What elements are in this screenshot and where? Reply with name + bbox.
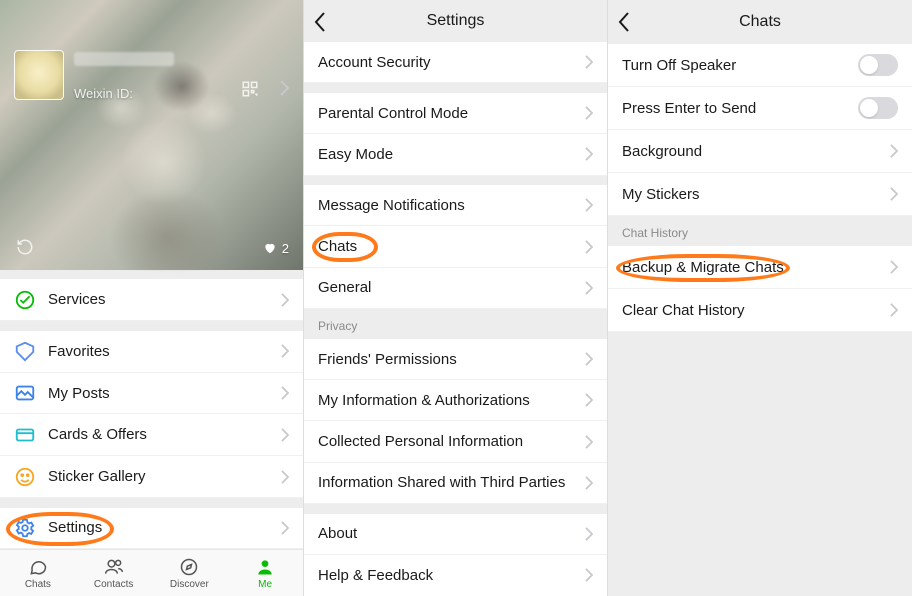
- privacy-section-label: Privacy: [304, 309, 607, 339]
- chevron-right-icon: [585, 55, 593, 69]
- settings-collected[interactable]: Collected Personal Information: [304, 421, 607, 462]
- profile-header: Weixin ID: 2: [0, 0, 303, 270]
- settings-chats[interactable]: Chats: [304, 226, 607, 267]
- chats-background[interactable]: Background: [608, 130, 912, 173]
- chevron-right-icon: [585, 476, 593, 490]
- chevron-right-icon[interactable]: [280, 80, 289, 99]
- back-button[interactable]: [314, 12, 325, 37]
- chevron-right-icon: [585, 568, 593, 582]
- chats-press-enter[interactable]: Press Enter to Send: [608, 87, 912, 130]
- refresh-icon[interactable]: [16, 238, 34, 256]
- chat-history-section-label: Chat History: [608, 216, 912, 246]
- chevron-right-icon: [585, 435, 593, 449]
- chevron-right-icon: [281, 428, 289, 442]
- chevron-right-icon: [585, 198, 593, 212]
- settings-screen: Settings Account Security Parental Contr…: [303, 0, 607, 596]
- menu-stickergallery[interactable]: Sticker Gallery: [0, 456, 303, 498]
- tab-discover[interactable]: Discover: [152, 550, 228, 596]
- menu-settings[interactable]: Settings: [0, 508, 303, 550]
- chevron-right-icon: [585, 352, 593, 366]
- me-screen: Weixin ID: 2 Services: [0, 0, 303, 596]
- settings-about[interactable]: About: [304, 514, 607, 555]
- tab-contacts[interactable]: Contacts: [76, 550, 152, 596]
- navbar: Settings: [304, 0, 607, 42]
- avatar[interactable]: [14, 50, 64, 100]
- chevron-right-icon: [890, 144, 898, 158]
- chats-turn-off-speaker[interactable]: Turn Off Speaker: [608, 44, 912, 87]
- chevron-right-icon: [585, 393, 593, 407]
- tabbar: Chats Contacts Discover Me: [0, 549, 303, 596]
- qr-code-icon[interactable]: [241, 80, 259, 98]
- chevron-right-icon: [585, 527, 593, 541]
- tab-chats[interactable]: Chats: [0, 550, 76, 596]
- favorites-icon: [14, 340, 36, 362]
- tab-me[interactable]: Me: [227, 550, 303, 596]
- chevron-right-icon: [281, 293, 289, 307]
- chevron-right-icon: [281, 386, 289, 400]
- settings-account-security[interactable]: Account Security: [304, 42, 607, 83]
- settings-myinfo-auth[interactable]: My Information & Authorizations: [304, 380, 607, 421]
- gear-icon: [14, 517, 36, 539]
- page-title: Settings: [427, 12, 485, 30]
- chevron-right-icon: [281, 470, 289, 484]
- chevron-right-icon: [585, 281, 593, 295]
- menu-favorites[interactable]: Favorites: [0, 331, 303, 373]
- menu-myposts[interactable]: My Posts: [0, 373, 303, 415]
- settings-easy-mode[interactable]: Easy Mode: [304, 134, 607, 175]
- chats-settings-screen: Chats Turn Off Speaker Press Enter to Se…: [607, 0, 912, 596]
- navbar: Chats: [608, 0, 912, 44]
- page-title: Chats: [739, 13, 781, 31]
- chevron-right-icon: [585, 106, 593, 120]
- chevron-right-icon: [585, 240, 593, 254]
- moments-likes[interactable]: 2: [263, 241, 289, 256]
- toggle-press-enter[interactable]: [858, 97, 898, 119]
- settings-msg-notif[interactable]: Message Notifications: [304, 185, 607, 226]
- weixin-id-label: Weixin ID:: [74, 86, 133, 101]
- services-icon: [14, 289, 36, 311]
- posts-icon: [14, 382, 36, 404]
- settings-help-feedback[interactable]: Help & Feedback: [304, 555, 607, 596]
- settings-shared-third[interactable]: Information Shared with Third Parties: [304, 463, 607, 504]
- chevron-right-icon: [890, 303, 898, 317]
- chevron-right-icon: [890, 260, 898, 274]
- cards-icon: [14, 424, 36, 446]
- chats-clear-history[interactable]: Clear Chat History: [608, 289, 912, 332]
- settings-general[interactable]: General: [304, 268, 607, 309]
- settings-parental[interactable]: Parental Control Mode: [304, 93, 607, 134]
- chats-backup-migrate[interactable]: Backup & Migrate Chats: [608, 246, 912, 289]
- settings-friends-perm[interactable]: Friends' Permissions: [304, 339, 607, 380]
- sticker-icon: [14, 466, 36, 488]
- menu-cardsoffers[interactable]: Cards & Offers: [0, 414, 303, 456]
- chevron-right-icon: [890, 187, 898, 201]
- profile-name-blur: [74, 52, 174, 66]
- chevron-right-icon: [585, 147, 593, 161]
- likes-count: 2: [282, 241, 289, 256]
- back-button[interactable]: [618, 12, 629, 37]
- menu-services[interactable]: Services: [0, 279, 303, 321]
- toggle-speaker[interactable]: [858, 54, 898, 76]
- chevron-right-icon: [281, 521, 289, 535]
- chats-my-stickers[interactable]: My Stickers: [608, 173, 912, 216]
- chevron-right-icon: [281, 344, 289, 358]
